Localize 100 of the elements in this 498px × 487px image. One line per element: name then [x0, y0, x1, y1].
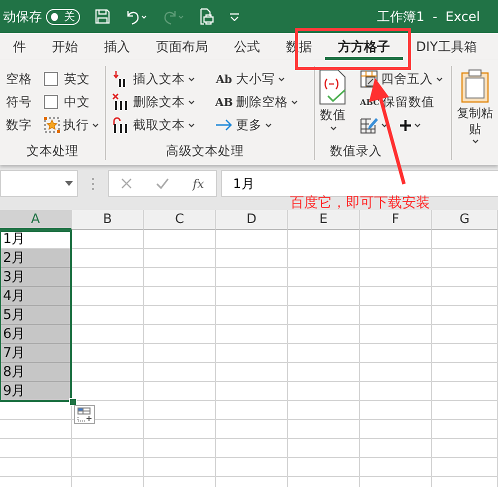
- table-cell[interactable]: [72, 363, 144, 382]
- cancel-icon[interactable]: [120, 178, 132, 189]
- table-cell[interactable]: [216, 325, 288, 344]
- menu-button[interactable]: Ab 大小写: [215, 69, 298, 89]
- table-cell[interactable]: [432, 249, 498, 268]
- print-preview-icon[interactable]: [200, 8, 214, 25]
- table-cell[interactable]: [72, 287, 144, 306]
- table-cell[interactable]: [288, 268, 360, 287]
- table-cell[interactable]: [432, 363, 498, 382]
- ribbon-label[interactable]: 符号: [6, 92, 32, 112]
- table-cell[interactable]: [144, 325, 216, 344]
- table-cell[interactable]: 5月: [0, 306, 72, 325]
- table-cell[interactable]: [72, 458, 144, 477]
- menu-button[interactable]: AB 删除空格: [215, 92, 298, 112]
- table-cell[interactable]: [360, 439, 432, 458]
- table-cell[interactable]: [288, 306, 360, 325]
- menu-button[interactable]: 删除文本: [112, 92, 195, 112]
- table-cell[interactable]: [144, 306, 216, 325]
- table-cell[interactable]: [72, 249, 144, 268]
- ribbon-tab[interactable]: DIY工具箱: [403, 33, 490, 60]
- dropdown-icon[interactable]: [65, 181, 73, 186]
- column-header[interactable]: A: [0, 210, 72, 230]
- column-header[interactable]: D: [216, 210, 288, 230]
- table-cell[interactable]: 2月: [0, 249, 72, 268]
- table-cell[interactable]: [432, 230, 498, 249]
- table-cell[interactable]: [360, 249, 432, 268]
- table-cell[interactable]: 3月: [0, 268, 72, 287]
- ribbon-tab[interactable]: 开始: [39, 33, 91, 60]
- table-cell[interactable]: [360, 344, 432, 363]
- table-cell[interactable]: [288, 363, 360, 382]
- insert-function-button[interactable]: fx: [192, 176, 204, 190]
- table-cell[interactable]: [72, 325, 144, 344]
- menu-button[interactable]: 更多: [215, 115, 298, 135]
- ribbon-tab[interactable]: 公式: [221, 33, 273, 60]
- large-button[interactable]: 数值: [318, 69, 348, 131]
- table-cell[interactable]: [432, 439, 498, 458]
- table-cell[interactable]: [72, 230, 144, 249]
- table-cell[interactable]: [144, 344, 216, 363]
- table-cell[interactable]: [144, 420, 216, 439]
- table-cell[interactable]: [360, 268, 432, 287]
- table-cell[interactable]: [144, 382, 216, 401]
- fill-handle[interactable]: [69, 398, 77, 406]
- menu-button[interactable]: [360, 116, 388, 134]
- table-cell[interactable]: [72, 306, 144, 325]
- ribbon-tab[interactable]: 件: [0, 33, 39, 60]
- table-cell[interactable]: [216, 230, 288, 249]
- table-cell[interactable]: [216, 420, 288, 439]
- table-cell[interactable]: [432, 306, 498, 325]
- table-cell[interactable]: [216, 287, 288, 306]
- table-cell[interactable]: [144, 249, 216, 268]
- table-cell[interactable]: 7月: [0, 344, 72, 363]
- table-cell[interactable]: [288, 230, 360, 249]
- table-cell[interactable]: [72, 268, 144, 287]
- table-cell[interactable]: [288, 325, 360, 344]
- ribbon-label[interactable]: 空格: [6, 69, 32, 89]
- table-cell[interactable]: [288, 382, 360, 401]
- table-cell[interactable]: [432, 287, 498, 306]
- table-cell[interactable]: [288, 344, 360, 363]
- table-cell[interactable]: [144, 230, 216, 249]
- ribbon-tab[interactable]: 页面布局: [143, 33, 221, 60]
- table-cell[interactable]: [432, 458, 498, 477]
- table-cell[interactable]: [360, 458, 432, 477]
- table-cell[interactable]: [144, 458, 216, 477]
- checkbox[interactable]: [44, 95, 58, 109]
- table-cell[interactable]: [144, 401, 216, 420]
- table-cell[interactable]: [144, 363, 216, 382]
- ribbon-tab[interactable]: 插入: [91, 33, 143, 60]
- table-cell[interactable]: [0, 458, 72, 477]
- table-cell[interactable]: [360, 401, 432, 420]
- menu-button[interactable]: 执行: [44, 115, 99, 135]
- table-cell[interactable]: [432, 325, 498, 344]
- table-cell[interactable]: [288, 420, 360, 439]
- column-header[interactable]: E: [288, 210, 360, 230]
- customize-menu-icon[interactable]: [230, 12, 239, 20]
- auto-fill-options-menu[interactable]: [74, 405, 95, 424]
- table-cell[interactable]: [360, 382, 432, 401]
- save-icon[interactable]: [95, 9, 110, 24]
- column-header[interactable]: C: [144, 210, 216, 230]
- table-cell[interactable]: [216, 249, 288, 268]
- menu-button[interactable]: [400, 120, 421, 130]
- ribbon-label[interactable]: 数字: [6, 115, 32, 135]
- table-cell[interactable]: [288, 439, 360, 458]
- table-cell[interactable]: [216, 458, 288, 477]
- table-cell[interactable]: [432, 420, 498, 439]
- large-button[interactable]: 复制粘贴: [457, 69, 493, 144]
- table-cell[interactable]: [360, 230, 432, 249]
- column-header[interactable]: F: [360, 210, 432, 230]
- grip-icon[interactable]: [91, 176, 95, 190]
- table-cell[interactable]: [216, 363, 288, 382]
- table-cell[interactable]: [0, 439, 72, 458]
- column-header[interactable]: G: [432, 210, 498, 230]
- table-cell[interactable]: [360, 306, 432, 325]
- table-cell[interactable]: [360, 325, 432, 344]
- table-cell[interactable]: [432, 382, 498, 401]
- table-cell[interactable]: [144, 439, 216, 458]
- table-cell[interactable]: 4月: [0, 287, 72, 306]
- table-cell[interactable]: [288, 249, 360, 268]
- table-cell[interactable]: 9月: [0, 382, 72, 401]
- table-cell[interactable]: [288, 401, 360, 420]
- table-cell[interactable]: [288, 287, 360, 306]
